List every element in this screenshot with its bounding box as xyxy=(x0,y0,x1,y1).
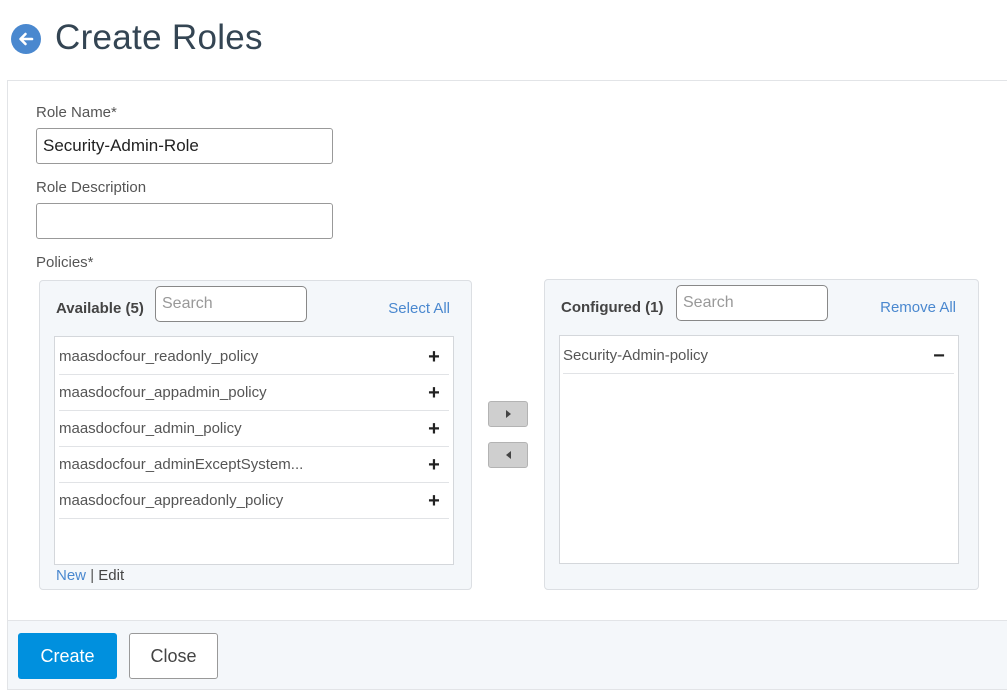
move-right-button[interactable] xyxy=(488,401,528,427)
triangle-right-icon xyxy=(505,410,511,418)
available-policy-item[interactable]: maasdocfour_admin_policy + xyxy=(59,411,449,447)
plus-icon[interactable]: + xyxy=(427,491,441,511)
link-separator: | xyxy=(90,567,95,584)
close-button[interactable]: Close xyxy=(129,633,218,679)
back-arrow-icon[interactable] xyxy=(11,24,41,54)
policy-name: maasdocfour_appreadonly_policy xyxy=(59,492,284,509)
policy-name: maasdocfour_readonly_policy xyxy=(59,348,259,365)
available-search-input[interactable] xyxy=(155,286,307,322)
remove-all-link[interactable]: Remove All xyxy=(880,299,956,316)
edit-policy-link[interactable]: Edit xyxy=(98,567,124,584)
select-all-link[interactable]: Select All xyxy=(388,300,450,317)
policy-name: Security-Admin-policy xyxy=(563,347,709,364)
available-policy-item[interactable]: maasdocfour_readonly_policy + xyxy=(59,339,449,375)
configured-title: Configured (1) xyxy=(561,299,664,316)
move-left-button[interactable] xyxy=(488,442,528,468)
available-policy-item[interactable]: maasdocfour_adminExceptSystem... + xyxy=(59,447,449,483)
create-role-form: Role Name* Role Description Policies* Av… xyxy=(7,80,1007,621)
available-policies-list: maasdocfour_readonly_policy + maasdocfou… xyxy=(54,336,454,565)
role-description-input[interactable] xyxy=(36,203,333,239)
available-policy-item[interactable]: maasdocfour_appreadonly_policy + xyxy=(59,483,449,519)
create-button[interactable]: Create xyxy=(18,633,117,679)
configured-policies-list: Security-Admin-policy − xyxy=(559,335,959,564)
available-policy-item[interactable]: maasdocfour_appadmin_policy + xyxy=(59,375,449,411)
configured-search-input[interactable] xyxy=(676,285,828,321)
role-name-label: Role Name* xyxy=(36,104,117,121)
role-description-label: Role Description xyxy=(36,179,147,196)
policy-name: maasdocfour_appadmin_policy xyxy=(59,384,267,401)
configured-policies-panel: Configured (1) Remove All Security-Admin… xyxy=(544,279,979,590)
policy-name: maasdocfour_admin_policy xyxy=(59,420,242,437)
available-title: Available (5) xyxy=(56,300,144,317)
plus-icon[interactable]: + xyxy=(427,419,441,439)
role-name-input[interactable] xyxy=(36,128,333,164)
configured-policy-item[interactable]: Security-Admin-policy − xyxy=(563,338,954,374)
plus-icon[interactable]: + xyxy=(427,383,441,403)
available-policies-panel: Available (5) Select All maasdocfour_rea… xyxy=(39,280,472,590)
form-footer: Create Close xyxy=(7,620,1007,690)
minus-icon[interactable]: − xyxy=(932,346,946,366)
page-title: Create Roles xyxy=(55,18,263,57)
new-policy-link[interactable]: New xyxy=(56,567,86,584)
arrow-left-icon xyxy=(19,32,34,46)
page-header: Create Roles xyxy=(0,0,1007,80)
plus-icon[interactable]: + xyxy=(427,347,441,367)
plus-icon[interactable]: + xyxy=(427,455,441,475)
triangle-left-icon xyxy=(505,451,511,459)
policies-label: Policies* xyxy=(36,254,94,271)
available-footer-links: New | Edit xyxy=(56,567,124,584)
policy-name: maasdocfour_adminExceptSystem... xyxy=(59,456,304,473)
